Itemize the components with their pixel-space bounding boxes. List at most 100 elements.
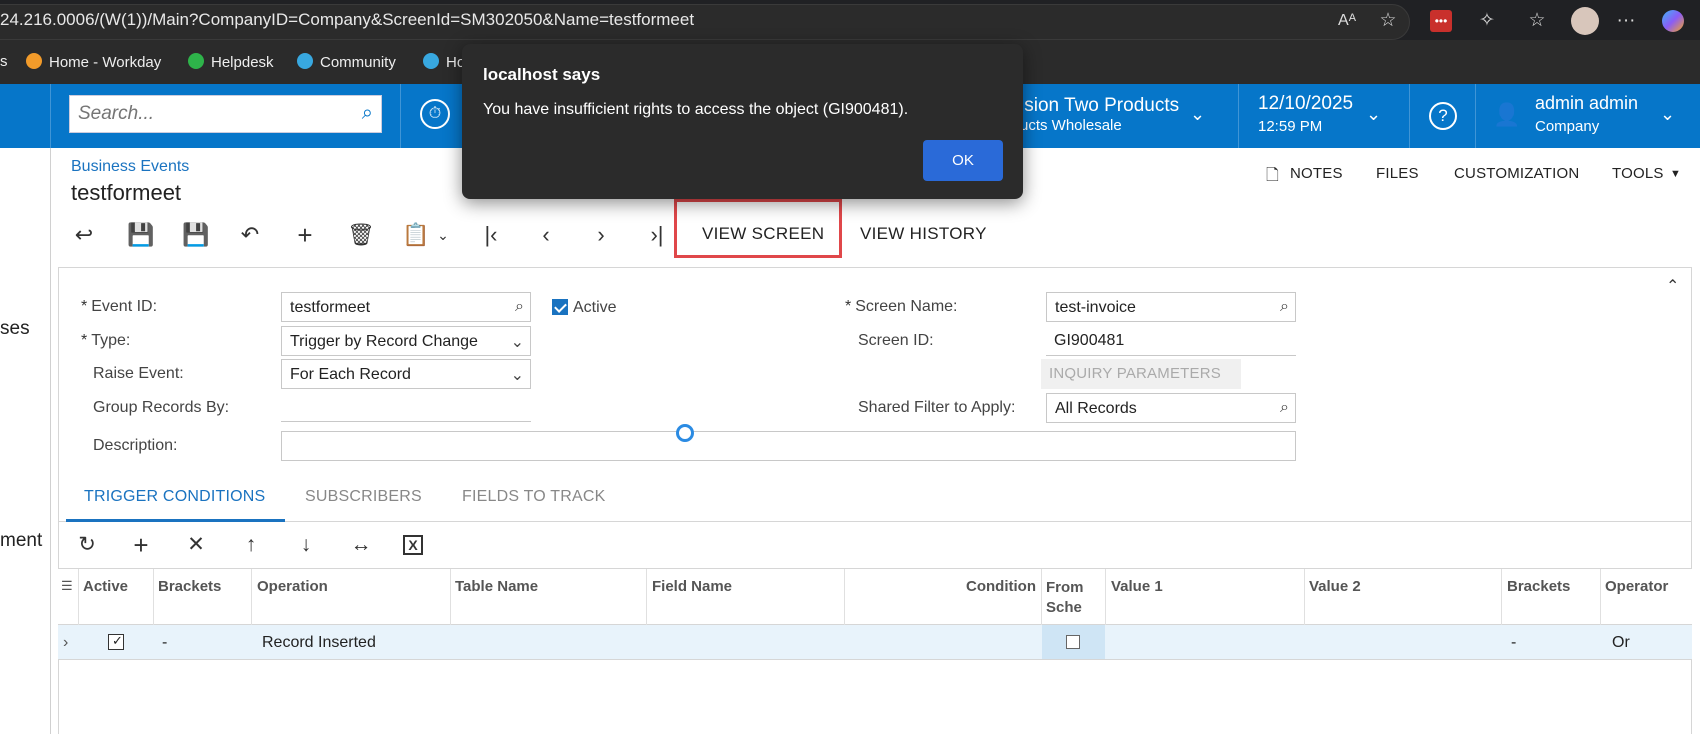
shared-filter-field[interactable]: All Records ⌕ [1046,393,1296,423]
from-schema-checkbox[interactable] [1066,635,1080,649]
user-name[interactable]: admin admin [1535,93,1638,114]
bookmark-helpdesk[interactable]: Helpdesk [188,53,274,71]
column-settings-icon[interactable]: ☰ [61,578,73,594]
bookmark-workday[interactable]: Home - Workday [26,53,161,71]
breadcrumb[interactable]: Business Events [71,158,189,176]
move-down-icon[interactable]: ↓ [293,532,319,558]
bookmark-ho[interactable]: Ho [423,53,465,71]
tools-button[interactable]: TOOLS [1612,165,1664,182]
view-history-button[interactable]: VIEW HISTORY [860,224,987,244]
extensions-puzzle-icon[interactable]: ✧ [1476,10,1498,32]
ok-button[interactable]: OK [923,140,1003,181]
delete-icon[interactable]: 🗑 [347,222,375,248]
column-header[interactable]: Brackets [158,578,221,595]
more-options-icon[interactable]: ··· [1615,10,1637,32]
description-field[interactable] [281,431,1296,461]
column-header[interactable]: Table Name [455,578,538,595]
column-header[interactable]: Condition [966,578,1036,595]
event-id-field[interactable]: testformeet ⌕ [281,292,531,322]
column-header[interactable]: Active [83,578,128,595]
export-excel-icon[interactable]: X [403,535,423,555]
save-and-close-icon[interactable]: 💾 [127,222,154,248]
user-company[interactable]: Company [1535,118,1599,135]
row-operator[interactable]: Or [1612,634,1630,652]
copy-paste-chevron-icon[interactable]: ⌄ [430,222,456,248]
type-select[interactable]: Trigger by Record Change ⌄ [281,326,531,356]
help-icon[interactable]: ? [1429,102,1457,130]
branch-subname[interactable]: ucts Wholesale [1020,117,1122,134]
last-record-icon[interactable]: ›| [644,222,670,248]
tab-fields-to-track[interactable]: FIELDS TO TRACK [462,488,605,506]
raise-event-label: Raise Event: [93,365,184,382]
row-expand-icon[interactable]: › [63,634,68,652]
favorites-list-icon[interactable]: ☆ [1526,10,1548,32]
customization-button[interactable]: CUSTOMIZATION [1454,165,1579,182]
search-input[interactable] [78,103,338,125]
column-header[interactable]: Operator [1605,578,1687,595]
from-schema-cell[interactable] [1042,625,1105,659]
tools-caret-icon[interactable]: ▼ [1670,168,1681,180]
column-header[interactable]: Value 1 [1111,578,1163,595]
lookup-icon[interactable]: ⌕ [1280,399,1289,417]
cancel-icon[interactable]: ↶ [237,222,263,248]
files-button[interactable]: FILES [1376,165,1419,182]
profile-avatar-icon[interactable] [1571,7,1599,35]
dialog-message: You have insufficient rights to access t… [483,101,909,118]
column-header[interactable]: Operation [257,578,328,595]
table-row[interactable]: › ✓ - Record Inserted - Or [58,625,1692,660]
nav-item-partial[interactable]: ment [0,530,42,552]
favorite-star-icon[interactable]: ☆ [1377,10,1399,32]
row-active-checkbox[interactable]: ✓ [108,633,124,650]
business-time[interactable]: 12:59 PM [1258,118,1322,135]
nav-item-partial[interactable]: ses [0,318,30,340]
refresh-icon[interactable]: ↻ [74,532,100,558]
business-date[interactable]: 12/10/2025 [1258,93,1353,115]
column-header[interactable]: Brackets [1507,578,1570,595]
group-records-field[interactable] [281,392,531,422]
add-row-icon[interactable]: + [128,532,154,558]
url-text[interactable]: 24.216.0006/(W(1))/Main?CompanyID=Compan… [0,10,694,30]
search-box[interactable]: ⌕ [69,95,382,133]
copilot-icon[interactable] [1662,10,1684,32]
column-header[interactable]: Value 2 [1309,578,1361,595]
column-header[interactable]: From Sche [1046,578,1084,618]
copy-paste-icon[interactable]: 📋 [402,222,429,248]
branch-name[interactable]: ision Two Products [1020,95,1179,117]
delete-row-icon[interactable]: ✕ [183,532,209,558]
fit-columns-icon[interactable]: ↔ [348,532,374,558]
header-divider [1409,84,1410,148]
move-up-icon[interactable]: ↑ [238,532,264,558]
recent-history-icon[interactable]: ⏱ [420,99,450,129]
screen-id-value: GI900481 [1046,326,1296,356]
active-label: Active [573,299,617,316]
row-brackets-close[interactable]: - [1511,634,1516,652]
lookup-icon[interactable]: ⌕ [1280,298,1289,316]
inquiry-parameters-button[interactable]: INQUIRY PARAMETERS [1041,359,1241,389]
next-record-icon[interactable]: › [588,222,614,248]
row-brackets-open[interactable]: - [162,634,167,652]
search-icon[interactable]: ⌕ [362,102,373,125]
previous-record-icon[interactable]: ‹ [533,222,559,248]
active-checkbox[interactable] [552,299,568,315]
save-icon[interactable]: 💾 [182,222,209,248]
user-chevron-icon[interactable]: ⌄ [1660,104,1675,125]
date-chevron-icon[interactable]: ⌄ [1366,104,1381,125]
add-icon[interactable]: + [292,222,318,248]
first-record-icon[interactable]: |‹ [478,222,504,248]
bookmark-community[interactable]: Community [297,53,396,71]
raise-event-select[interactable]: For Each Record ⌄ [281,359,531,389]
extension-red-icon[interactable]: ••• [1430,10,1452,32]
lookup-icon[interactable]: ⌕ [515,298,524,316]
collapse-icon[interactable]: ⌃ [1666,276,1679,296]
bookmark-partial[interactable]: s [0,53,8,70]
tab-trigger-conditions[interactable]: TRIGGER CONDITIONS [84,488,265,506]
read-aloud-icon[interactable]: Aᴬ [1336,10,1358,32]
tab-subscribers[interactable]: SUBSCRIBERS [305,488,422,506]
screen-name-field[interactable]: test-invoice ⌕ [1046,292,1296,322]
back-icon[interactable]: ↩ [71,222,97,248]
notes-button[interactable]: NOTES [1290,165,1343,182]
branch-chevron-icon[interactable]: ⌄ [1190,104,1205,125]
row-operation[interactable]: Record Inserted [262,634,376,652]
notes-icon[interactable]: 🗋 [1266,164,1279,191]
column-header[interactable]: Field Name [652,578,732,595]
